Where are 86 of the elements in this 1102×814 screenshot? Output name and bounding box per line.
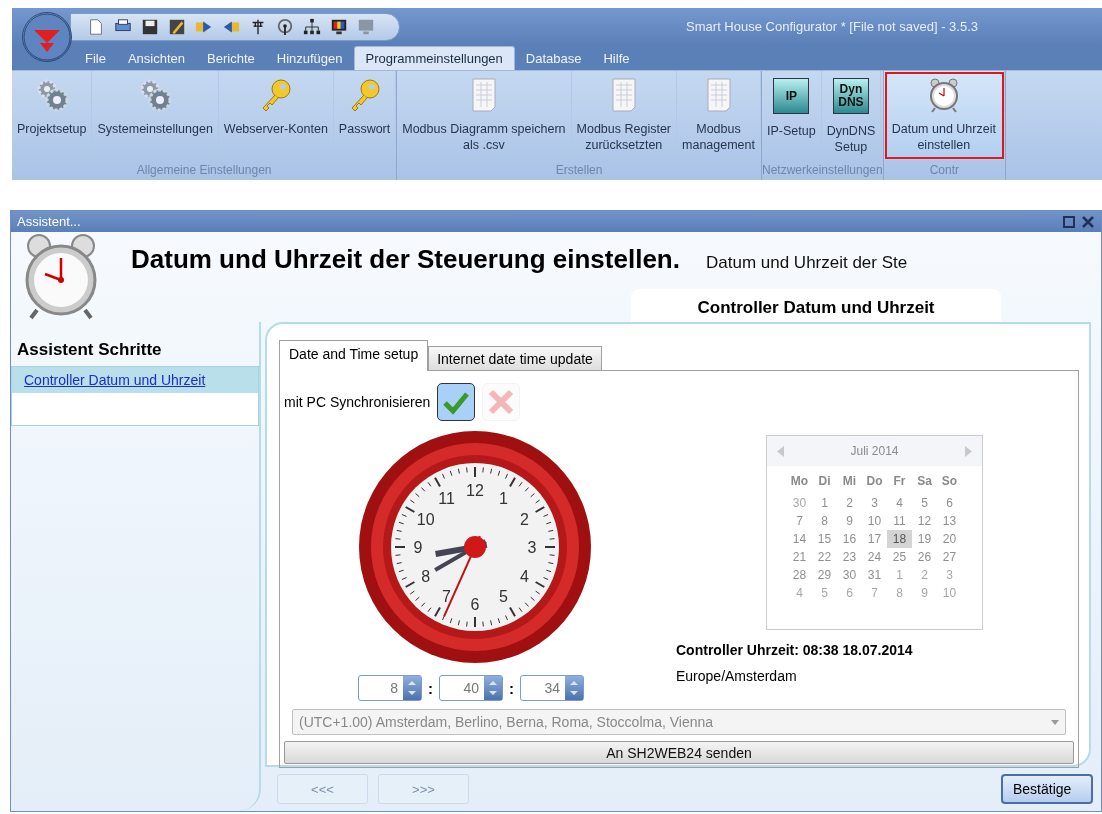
timezone-name: Europe/Amsterdam xyxy=(676,668,798,684)
logo-tile: IP xyxy=(773,78,810,114)
ribbon-button[interactable]: Passwort xyxy=(333,71,397,160)
logo-tile: Dyn DNS xyxy=(832,78,869,114)
ribbon-tab[interactable]: Database xyxy=(514,47,593,70)
dropdown-caret-icon xyxy=(1051,719,1059,725)
weekday-label: Fr xyxy=(892,473,907,490)
calendar-month: Juli 2014 xyxy=(850,444,899,458)
ribbon-button[interactable]: Dyn DNS DynDNS Setup xyxy=(821,71,882,160)
ribbon-button[interactable]: Systemeinstellungen xyxy=(92,71,219,160)
steps-title: Assistent Schritte xyxy=(16,339,163,361)
close-icon[interactable] xyxy=(1081,214,1095,229)
ribbon-group-label: Allgemeine Einstellungen xyxy=(135,162,273,179)
wizard-heading: Datum und Uhrzeit der Steuerung einstellen. xyxy=(131,244,680,275)
dialog-title: Assistent... xyxy=(17,214,81,229)
color-monitor-icon[interactable] xyxy=(330,17,348,36)
controller-time: Controller Uhrzeit: 08:38 18.07.2014 xyxy=(676,642,914,658)
ribbon-button-label: Projektsetup xyxy=(17,121,87,137)
ribbon-button[interactable]: Modbus management xyxy=(677,71,761,160)
clock-numeral: 9 xyxy=(413,539,423,556)
spin-arrows-icon[interactable] xyxy=(403,676,421,700)
sync-label: mit PC Synchronisieren xyxy=(284,394,431,410)
time-separator: : xyxy=(428,679,433,697)
ribbon-group-label: Contr xyxy=(928,162,960,179)
wizard-subheading: Datum und Uhrzeit der Ste xyxy=(705,253,908,273)
ribbon-tab[interactable]: File xyxy=(74,47,117,70)
weekday-label: Di xyxy=(817,473,832,490)
spin-arrows-icon[interactable] xyxy=(484,676,502,700)
document-icon[interactable] xyxy=(87,17,105,36)
maximize-icon[interactable] xyxy=(1063,215,1075,228)
radio-tower-icon[interactable] xyxy=(276,17,294,36)
ribbon-button[interactable]: Webserver-Konten xyxy=(218,71,334,160)
ribbon-group-label: Netzwerkeinstellungen xyxy=(762,162,883,179)
window-title: Smart House Configurator * [File not saved] - 3.5.3 xyxy=(686,19,978,34)
ribbon-tab[interactable]: Ansichten xyxy=(116,47,197,70)
weekday-label: So xyxy=(940,473,959,490)
ribbon-tab[interactable]: Hilfe xyxy=(592,47,641,70)
weekday-label: Mi xyxy=(841,473,858,490)
tab[interactable]: Internet date time update xyxy=(428,346,602,371)
confirm-sync-button[interactable] xyxy=(437,383,476,421)
clock-numeral: 6 xyxy=(470,596,480,613)
clock-numeral: 8 xyxy=(421,567,431,585)
ribbon-tab[interactable]: Programmeinstellungen xyxy=(353,46,515,70)
ribbon-button-label: IP-Setup xyxy=(767,123,816,139)
clock-numeral: 3 xyxy=(527,539,537,556)
clock-numeral: 7 xyxy=(442,588,451,606)
tab[interactable]: Date and Time setup xyxy=(279,340,429,371)
step-link[interactable]: Controller Datum und Uhrzeit xyxy=(12,367,258,393)
ribbon-group-label: Erstellen xyxy=(554,162,604,179)
clock-numeral: 5 xyxy=(499,588,508,606)
ribbon-button-label: Datum und Uhrzeit einstellen xyxy=(891,121,996,153)
confirm-button[interactable]: Bestätige xyxy=(1001,774,1093,804)
ribbon-button-label: Modbus Register zurücksetzten xyxy=(576,121,671,153)
monitor-icon[interactable] xyxy=(357,17,375,36)
weekday-label: Sa xyxy=(916,473,933,490)
ribbon-button-label: Passwort xyxy=(338,121,391,137)
ribbon-button[interactable]: Datum und Uhrzeit einstellen xyxy=(883,71,1005,160)
network-icon[interactable] xyxy=(303,17,321,36)
time-spinner[interactable]: 40 xyxy=(439,675,503,701)
ribbon-button[interactable]: Modbus Diagramm speichern als .csv xyxy=(397,71,572,160)
ribbon-button-label: Webserver-Konten xyxy=(223,121,328,137)
ribbon-button-label: Modbus management xyxy=(682,121,755,153)
time-spinner[interactable]: 34 xyxy=(520,675,584,701)
clock-numeral: 12 xyxy=(466,482,484,499)
clock-numeral: 10 xyxy=(416,510,435,528)
clock-numeral: 2 xyxy=(519,510,529,528)
weekday-label: Mo xyxy=(789,473,810,490)
ribbon-button[interactable]: Modbus Register zurücksetzten xyxy=(571,71,677,160)
ribbon-button[interactable]: IP IP-Setup xyxy=(762,71,822,160)
weekday-label: Do xyxy=(865,473,884,490)
ribbon-button-label: Modbus Diagramm speichern als .csv xyxy=(402,121,566,153)
ribbon-tab[interactable]: Berichte xyxy=(196,47,266,70)
pencil-icon[interactable] xyxy=(168,17,186,36)
ribbon-button-label: Systemeinstellungen xyxy=(97,121,213,137)
ribbon-button-label: DynDNS Setup xyxy=(826,123,876,155)
time-separator: : xyxy=(509,679,514,697)
clock-numeral: 1 xyxy=(499,489,508,507)
clock-numeral: 4 xyxy=(519,567,529,585)
cross-icon xyxy=(487,388,516,416)
spin-arrows-icon[interactable] xyxy=(565,676,583,700)
ribbon-button[interactable]: Projektsetup xyxy=(12,71,93,160)
ribbon-tab[interactable]: Hinzufügen xyxy=(265,47,354,70)
clock-numeral: 11 xyxy=(438,489,455,507)
time-spinner[interactable]: 8 xyxy=(358,675,422,701)
send-button[interactable]: An SH2WEB24 senden xyxy=(284,741,1074,764)
save-icon[interactable] xyxy=(141,17,159,36)
